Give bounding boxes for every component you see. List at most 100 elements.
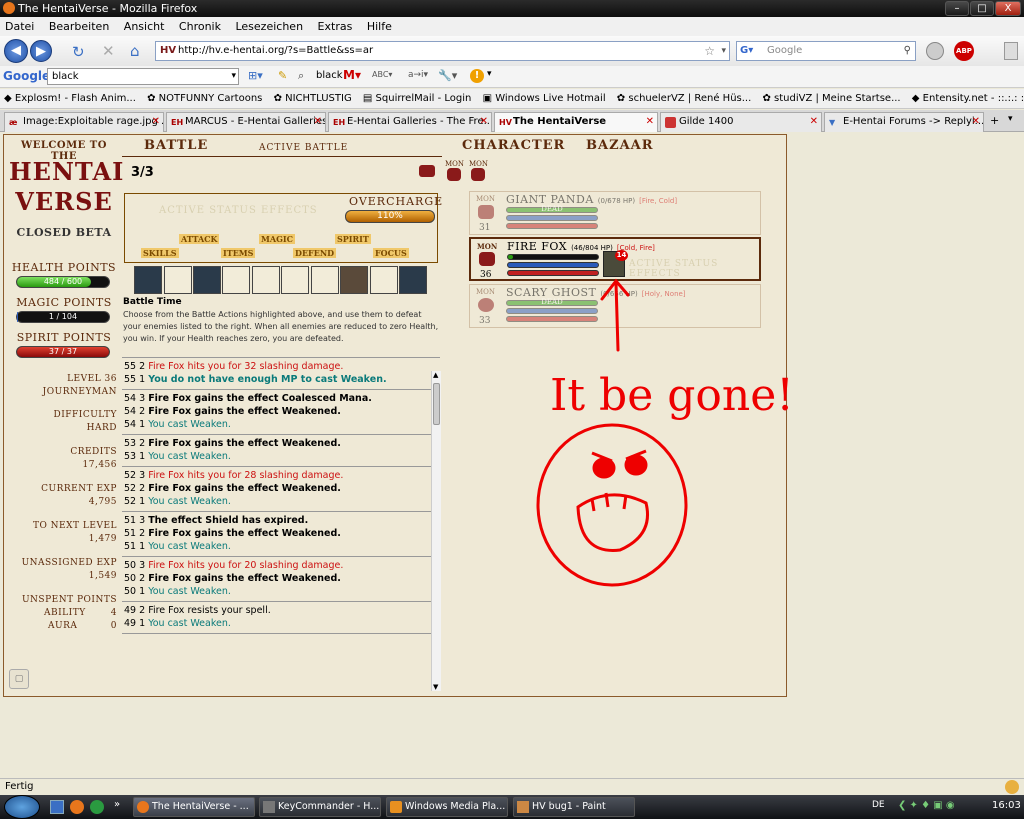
focus-action[interactable]: FOCUS xyxy=(373,248,409,258)
quicklaunch-media-icon[interactable] xyxy=(90,800,104,814)
tray-icons[interactable]: ❮ ✦ ♦ ▣ ◉ xyxy=(898,800,955,811)
tab-close-icon[interactable]: ✕ xyxy=(972,113,980,131)
new-tab-icon[interactable]: + xyxy=(990,114,999,127)
tab-close-icon[interactable]: ✕ xyxy=(314,113,322,131)
bookmark-explosm[interactable]: ◆ Explosm! - Flash Anim... xyxy=(4,93,136,104)
status-addon-icon[interactable] xyxy=(1005,780,1019,794)
items-action[interactable]: ITEMS xyxy=(221,248,256,258)
task-hentaiverse[interactable]: The HentaiVerse - ... xyxy=(133,797,255,817)
task-media-player[interactable]: Windows Media Pla... xyxy=(386,797,508,817)
quickbar-slot-4[interactable] xyxy=(222,266,250,294)
scroll-thumb[interactable] xyxy=(433,383,440,425)
highlight-word[interactable]: black xyxy=(316,70,343,81)
maximize-button[interactable]: □ xyxy=(970,1,994,16)
addon-icon[interactable] xyxy=(926,42,944,60)
stop-icon[interactable]: ✕ xyxy=(102,42,115,60)
nav-active-battle[interactable]: ACTIVE BATTLE xyxy=(259,143,348,153)
magnifier-icon[interactable]: ⚲ xyxy=(904,42,911,60)
tab-ehentai-forums[interactable]: ▼ E-Hentai Forums -> Replyi... ✕ xyxy=(824,112,984,132)
warning-dropdown-icon[interactable]: ▾ xyxy=(487,69,492,79)
nav-battle[interactable]: BATTLE xyxy=(144,138,208,153)
url-dropdown-icon[interactable]: ▾ xyxy=(721,42,726,60)
monster-tag: MON xyxy=(477,242,498,251)
translate-icon[interactable]: a→i▾ xyxy=(408,70,428,80)
attack-action[interactable]: ATTACK xyxy=(179,234,220,244)
bookmark-schuelervz[interactable]: ✿ schuelerVZ | René Hüs... xyxy=(617,93,751,104)
google-dropdown-icon[interactable]: ▾ xyxy=(231,69,236,84)
magic-action[interactable]: MAGIC xyxy=(259,234,296,244)
tab-hentaiverse[interactable]: HV The HentaiVerse ✕ xyxy=(494,112,658,132)
tab-list-icon[interactable]: ▾ xyxy=(1008,114,1013,124)
warning-icon[interactable]: ! xyxy=(470,69,484,83)
reload-icon[interactable]: ↻ xyxy=(72,43,85,61)
back-button[interactable]: ◀ xyxy=(4,39,28,63)
scroll-up-icon[interactable]: ▲ xyxy=(433,371,438,379)
quicklaunch-more-icon[interactable]: » xyxy=(114,799,120,810)
task-keycommander[interactable]: KeyCommander - H... xyxy=(259,797,381,817)
tab-marcus-galleries[interactable]: EH MARCUS - E-Hentai Galleries ✕ xyxy=(166,112,326,132)
quickbar-slot-9[interactable] xyxy=(370,266,398,294)
close-button[interactable]: X xyxy=(995,1,1021,16)
menu-bearbeiten[interactable]: Bearbeiten xyxy=(49,20,109,33)
quicklaunch-firefox-icon[interactable] xyxy=(70,800,84,814)
bookmark-star-icon[interactable]: ☆ xyxy=(704,42,715,60)
tab-close-icon[interactable]: ✕ xyxy=(152,113,160,131)
menu-extras[interactable]: Extras xyxy=(318,20,353,33)
google-search-input[interactable]: black ▾ xyxy=(47,68,239,85)
quickbar-slot-5[interactable] xyxy=(252,266,280,294)
start-button[interactable] xyxy=(4,795,40,819)
quickbar-slot-10[interactable] xyxy=(399,266,427,294)
level-row: LEVEL 36 xyxy=(9,373,117,385)
bookmark-notfunny[interactable]: ✿ NOTFUNNY Cartoons xyxy=(147,93,262,104)
menu-lesezeichen[interactable]: Lesezeichen xyxy=(235,20,303,33)
tab-close-icon[interactable]: ✕ xyxy=(810,113,818,131)
quickbar-slot-3[interactable] xyxy=(193,266,221,294)
language-indicator[interactable]: DE xyxy=(872,800,885,810)
tab-exploitable-rage[interactable]: æ Image:Exploitable rage.jpg ... ✕ xyxy=(4,112,164,132)
keycommander-icon xyxy=(263,801,275,813)
url-bar[interactable]: HV http://hv.e-hentai.org/?s=Battle&ss=a… xyxy=(155,41,730,61)
highlight-search-icon[interactable]: ⌕ xyxy=(298,69,304,83)
menu-hilfe[interactable]: Hilfe xyxy=(367,20,392,33)
defend-action[interactable]: DEFEND xyxy=(293,248,337,258)
quickbar-slot-7[interactable] xyxy=(311,266,339,294)
scroll-down-icon[interactable]: ▼ xyxy=(433,683,438,691)
quickbar-slot-8[interactable] xyxy=(340,266,368,294)
bookmark-hotmail[interactable]: ▣ Windows Live Hotmail xyxy=(483,93,606,104)
spirit-action[interactable]: SPIRIT xyxy=(335,234,371,244)
battle-log-scrollbar[interactable]: ▲ ▼ xyxy=(431,371,441,691)
skills-action[interactable]: SKILLS xyxy=(141,248,179,258)
gmail-icon[interactable]: M▾ xyxy=(343,68,361,82)
wrench-icon[interactable]: 🔧▾ xyxy=(438,69,457,82)
tab-close-icon[interactable]: ✕ xyxy=(480,113,488,131)
highlighter-icon[interactable]: ✎ xyxy=(278,69,287,82)
search-box[interactable]: G▾ Google ⚲ xyxy=(736,41,916,61)
active-status-effects: ACTIVE STATUS EFFECTS xyxy=(159,205,318,216)
tab-close-icon[interactable]: ✕ xyxy=(646,113,654,131)
nav-bazaar[interactable]: BAZAAR xyxy=(586,138,654,153)
tab-gilde[interactable]: Gilde 1400 ✕ xyxy=(660,112,822,132)
spellcheck-icon[interactable]: ABC▾ xyxy=(372,70,392,79)
quickbar-slot-6[interactable] xyxy=(281,266,309,294)
bookmark-squirrelmail[interactable]: ▤ SquirrelMail - Login xyxy=(363,93,471,104)
chat-icon[interactable]: ▢ xyxy=(9,669,29,689)
menu-chronik[interactable]: Chronik xyxy=(179,20,221,33)
nav-character[interactable]: CHARACTER xyxy=(462,138,565,153)
bookmark-nichtlustig[interactable]: ✿ NICHTLUSTIG xyxy=(274,93,352,104)
show-desktop-icon[interactable] xyxy=(50,800,64,814)
bookmark-studivz[interactable]: ✿ studiVZ | Meine Startse... xyxy=(762,93,900,104)
tab-ehentai-galleries[interactable]: EH E-Hentai Galleries - The Fre... ✕ xyxy=(328,112,492,132)
google-search-button-icon[interactable]: ⊞▾ xyxy=(248,69,263,82)
adblock-icon[interactable]: ABP xyxy=(954,41,974,61)
toolbar-overflow-icon[interactable] xyxy=(1004,42,1018,60)
bookmark-entensity[interactable]: ◆ Entensity.net - ::.:.: :. ... xyxy=(912,93,1024,104)
monster-giant-panda[interactable]: MON GIANT PANDA (0/678 HP) [Fire, Cold] … xyxy=(469,191,761,235)
quickbar-slot-1[interactable] xyxy=(134,266,162,294)
menu-datei[interactable]: Datei xyxy=(5,20,34,33)
minimize-button[interactable]: – xyxy=(945,1,969,16)
quickbar-slot-2[interactable] xyxy=(164,266,192,294)
task-paint[interactable]: HV bug1 - Paint xyxy=(513,797,635,817)
forward-button[interactable]: ▶ xyxy=(30,40,52,62)
menu-ansicht[interactable]: Ansicht xyxy=(124,20,165,33)
home-icon[interactable]: ⌂ xyxy=(130,42,140,60)
